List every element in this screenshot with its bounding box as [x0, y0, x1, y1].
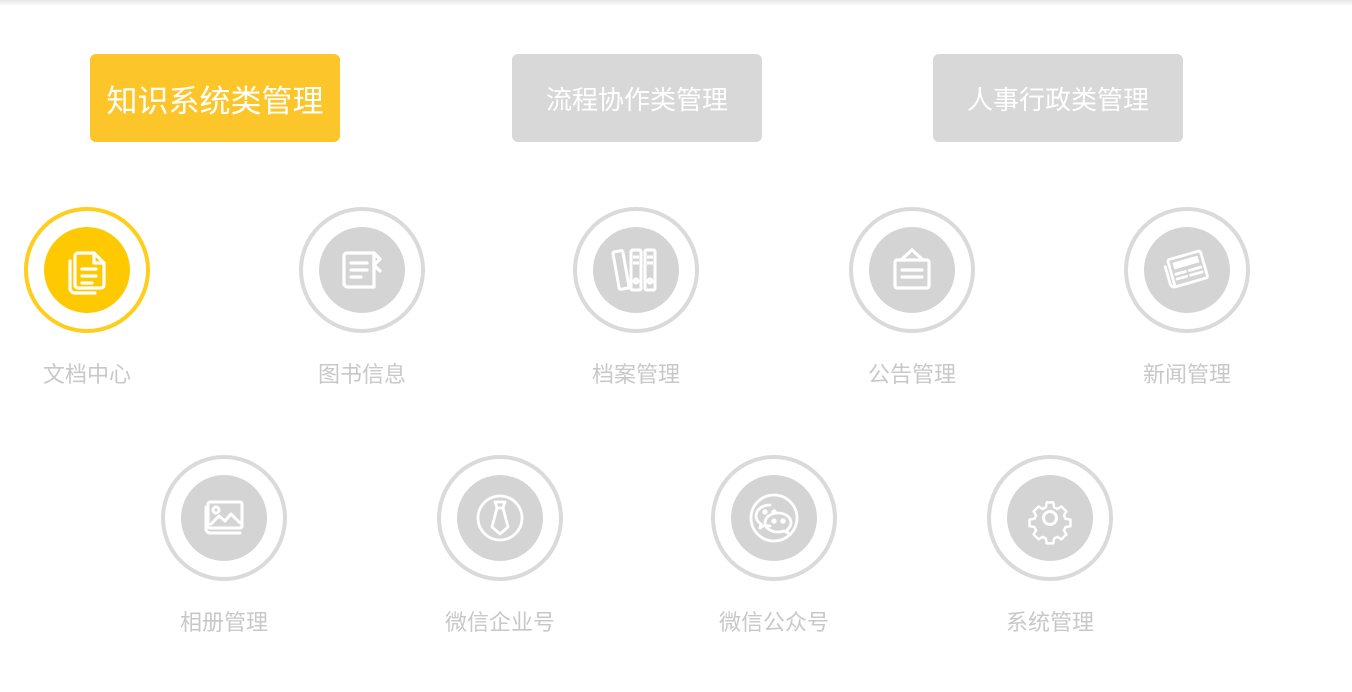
top-shadow: [0, 0, 1352, 6]
tab-hr-administration[interactable]: 人事行政类管理: [933, 54, 1183, 142]
photo-album-icon: [204, 500, 244, 535]
tab-knowledge-system[interactable]: 知识系统类管理: [90, 54, 340, 142]
icon-core: [319, 227, 405, 313]
newspaper-icon: [1163, 249, 1209, 289]
icon-ring: [849, 207, 975, 333]
icon-core: [1144, 227, 1230, 313]
module-label: 微信企业号: [444, 611, 555, 636]
icon-ring: [24, 207, 150, 333]
icon-core: [457, 475, 543, 561]
icon-core: [1007, 475, 1093, 561]
module-label: 图书信息: [317, 363, 406, 388]
icon-ring: [987, 455, 1113, 581]
module-label: 系统管理: [1005, 611, 1094, 636]
archive-binders-icon: [611, 248, 657, 292]
module-label: 文档中心: [42, 363, 131, 388]
module-label: 微信公众号: [718, 611, 829, 636]
wechat-icon: [749, 493, 799, 543]
icon-ring: [437, 455, 563, 581]
necktie-icon: [476, 494, 524, 542]
icon-core: [731, 475, 817, 561]
icon-core: [593, 227, 679, 313]
module-label: 档案管理: [591, 363, 680, 388]
icon-core: [44, 227, 130, 313]
icon-core: [869, 227, 955, 313]
icon-ring: [711, 455, 837, 581]
icon-ring: [299, 207, 425, 333]
module-label: 新闻管理: [1142, 363, 1231, 388]
tab-workflow-collaboration[interactable]: 流程协作类管理: [512, 54, 762, 142]
documents-icon: [68, 251, 106, 295]
notice-board-icon: [893, 248, 931, 290]
module-label: 公告管理: [867, 363, 956, 388]
icon-ring: [573, 207, 699, 333]
gear-icon: [1028, 501, 1072, 545]
icon-ring: [1124, 207, 1250, 333]
book-icon: [342, 251, 382, 289]
icon-ring: [161, 455, 287, 581]
icon-core: [181, 475, 267, 561]
module-label: 相册管理: [179, 611, 268, 636]
